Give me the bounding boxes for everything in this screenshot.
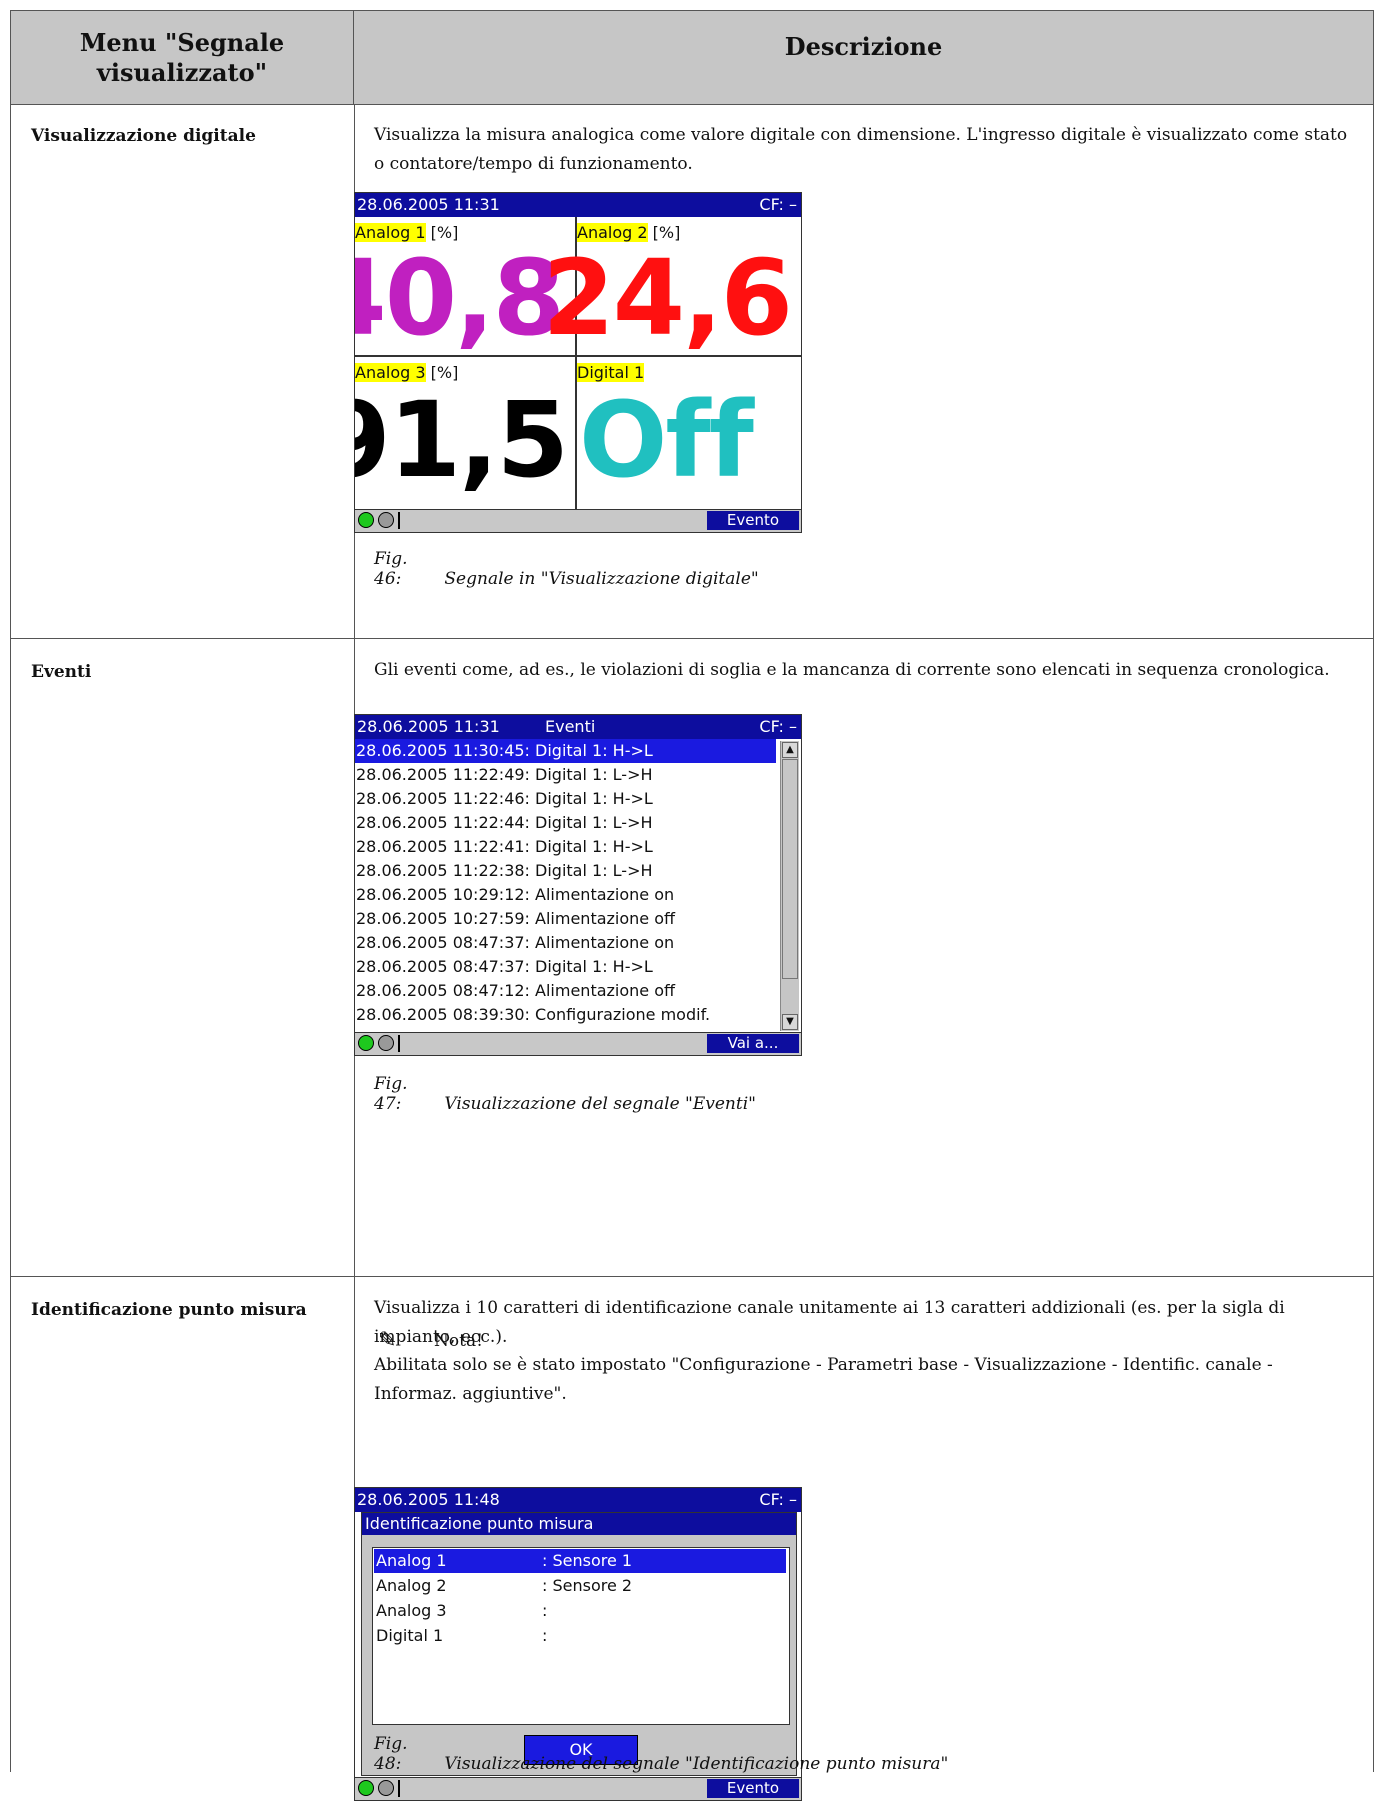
channel-value: Off	[579, 379, 754, 501]
row-divider	[11, 104, 1373, 105]
channel-id-list[interactable]: Analog 1: Sensore 1 Analog 2: Sensore 2 An…	[372, 1547, 790, 1725]
channel-name: Analog 1	[376, 1551, 447, 1570]
screen-title-bar: 28.06.2005 11:48 CF: –	[355, 1488, 801, 1512]
event-row[interactable]: 28.06.2005 11:30:45: Digital 1: H->L	[355, 739, 776, 763]
value-cell-analog-2[interactable]: Analog 2 [%] 24,6	[542, 217, 801, 355]
row-description: Visualizza la misura analogica come valo…	[374, 125, 1348, 174]
screen-datetime: 28.06.2005 11:48	[357, 1490, 500, 1509]
channel-name: Analog 2	[376, 1576, 447, 1595]
screen-cf-indicator: CF: –	[759, 717, 797, 736]
events-screen: 28.06.2005 11:31 Eventi CF: – 28.06.2005…	[354, 714, 802, 1056]
scrollbar[interactable]: ▲ ▼	[780, 741, 799, 1031]
figure-caption: Fig. 48: Visualizzazione del segnale "Id…	[374, 1734, 948, 1774]
goto-button[interactable]: Vai a...	[707, 1034, 799, 1053]
row-description: Gli eventi come, ad es., le violazioni d…	[374, 660, 1330, 680]
figure-title: Visualizzazione del segnale "Identificaz…	[444, 1754, 949, 1774]
note-text: Abilitata solo se è stato impostato "Con…	[374, 1355, 1273, 1404]
scroll-thumb[interactable]	[782, 759, 798, 979]
row-description: Visualizza i 10 caratteri di identificaz…	[374, 1298, 1285, 1347]
screen-title-bar: 28.06.2005 11:31 CF: –	[355, 193, 801, 217]
figure-number: Fig. 47:	[374, 1074, 408, 1114]
event-row[interactable]: 28.06.2005 08:47:37: Alimentazione on	[355, 931, 776, 955]
event-list[interactable]: 28.06.2005 11:30:45: Digital 1: H->L 28.0…	[355, 739, 777, 1033]
status-led-grey-icon	[378, 512, 394, 528]
channel-info: :	[542, 1626, 548, 1645]
dialog-title: Identificazione punto misura	[362, 1513, 796, 1535]
event-row[interactable]: 28.06.2005 11:22:41: Digital 1: H->L	[355, 835, 776, 859]
event-row[interactable]: 28.06.2005 11:22:44: Digital 1: L->H	[355, 811, 776, 835]
screen-datetime: 28.06.2005 11:31	[357, 195, 500, 214]
event-button[interactable]: Evento	[707, 511, 799, 530]
channel-info: : Sensore 1	[542, 1551, 633, 1570]
event-row[interactable]: 28.06.2005 08:47:12: Alimentazione off	[355, 979, 776, 1003]
status-led-grey-icon	[378, 1035, 394, 1051]
screen-datetime: 28.06.2005 11:31	[357, 717, 500, 736]
event-row[interactable]: 28.06.2005 11:22:46: Digital 1: H->L	[355, 787, 776, 811]
figure-title: Segnale in "Visualizzazione digitale"	[444, 569, 759, 589]
scroll-up-icon[interactable]: ▲	[782, 742, 798, 758]
channel-id-row[interactable]: Digital 1:	[374, 1624, 786, 1648]
note-title: Nota!	[434, 1331, 483, 1351]
figure-number: Fig. 48:	[374, 1734, 408, 1774]
status-led-grey-icon	[378, 1780, 394, 1796]
event-row[interactable]: 28.06.2005 08:39:30: Configurazione modi…	[355, 1003, 776, 1027]
channel-id-row[interactable]: Analog 1 : Sensore 1	[374, 1549, 786, 1573]
status-led-green-icon	[358, 512, 374, 528]
event-button[interactable]: Evento	[707, 1779, 799, 1798]
screen-title: Eventi	[545, 717, 596, 736]
row-label-measuring-point-id: Identificazione punto misura	[31, 1300, 307, 1320]
row-label-digital-display: Visualizzazione digitale	[31, 126, 256, 146]
event-row[interactable]: 28.06.2005 10:27:59: Alimentazione off	[355, 907, 776, 931]
digital-display-screen: 28.06.2005 11:31 CF: – Analog 1 [%] 40,8…	[354, 192, 802, 533]
row-label-events: Eventi	[31, 662, 92, 682]
figure-caption: Fig. 47: Visualizzazione del segnale "Ev…	[374, 1074, 756, 1114]
status-bar: Vai a...	[355, 1032, 801, 1055]
table-header: Menu "Segnale visualizzato" Descrizione	[11, 11, 1373, 105]
note-pencil-icon: ✎	[378, 1328, 397, 1353]
value-cell-digital-1[interactable]: Digital 1 Off	[577, 357, 801, 509]
header-menu-column: Menu "Segnale visualizzato"	[11, 11, 354, 104]
channel-info: : Sensore 2	[542, 1576, 633, 1595]
row-divider	[11, 638, 1373, 639]
channel-id-row[interactable]: Analog 2 : Sensore 2	[374, 1574, 786, 1598]
event-row[interactable]: 28.06.2005 11:22:49: Digital 1: L->H	[355, 763, 776, 787]
status-bar: Evento	[355, 509, 801, 532]
channel-name: Analog 3	[376, 1601, 447, 1620]
channel-info: :	[542, 1601, 548, 1620]
figure-caption: Fig. 46: Segnale in "Visualizzazione dig…	[374, 549, 759, 589]
status-separator	[398, 1035, 400, 1052]
status-separator	[398, 1780, 400, 1797]
status-led-green-icon	[358, 1780, 374, 1796]
screen-title-bar: 28.06.2005 11:31 Eventi CF: –	[355, 715, 801, 739]
figure-title: Visualizzazione del segnale "Eventi"	[444, 1094, 756, 1114]
channel-value: 40,8	[355, 237, 565, 359]
signal-menu-table: Menu "Segnale visualizzato" Descrizione …	[10, 10, 1374, 1801]
channel-value: 24,6	[542, 237, 793, 359]
scroll-down-icon[interactable]: ▼	[782, 1014, 798, 1030]
figure-number: Fig. 46:	[374, 549, 408, 589]
status-led-green-icon	[358, 1035, 374, 1051]
status-separator	[398, 512, 400, 529]
status-bar: Evento	[355, 1777, 801, 1800]
event-row[interactable]: 28.06.2005 11:22:38: Digital 1: L->H	[355, 859, 776, 883]
screen-cf-indicator: CF: –	[759, 1490, 797, 1509]
event-row[interactable]: 28.06.2005 08:47:37: Digital 1: H->L	[355, 955, 776, 979]
event-row[interactable]: 28.06.2005 10:29:12: Alimentazione on	[355, 883, 776, 907]
value-cell-analog-3[interactable]: Analog 3 [%] 91,5	[355, 357, 575, 509]
channel-id-row[interactable]: Analog 3:	[374, 1599, 786, 1623]
channel-value: 91,5	[355, 379, 569, 501]
row-divider	[11, 1276, 1373, 1277]
screen-cf-indicator: CF: –	[759, 195, 797, 214]
header-description-column: Descrizione	[784, 32, 943, 61]
channel-name: Digital 1	[376, 1626, 444, 1645]
